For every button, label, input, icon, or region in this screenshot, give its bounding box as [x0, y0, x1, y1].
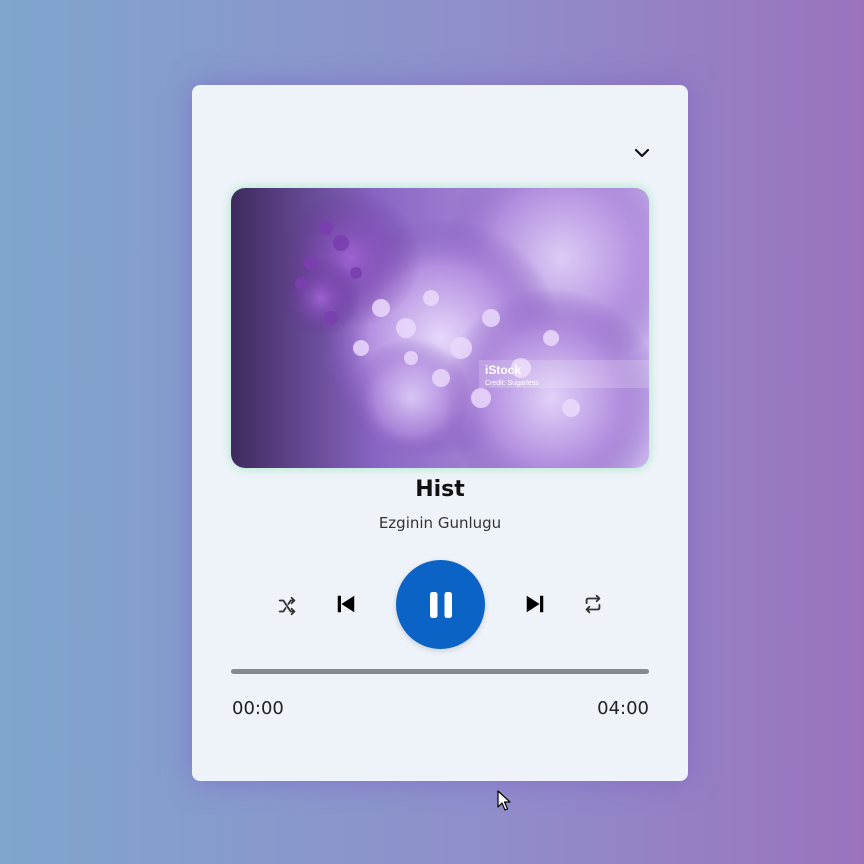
- shuffle-icon: [278, 596, 296, 616]
- skip-previous-icon: [337, 595, 355, 613]
- music-player-card: iStock Credit: Sugarless Hist Ezginin Gu…: [192, 85, 688, 781]
- next-button[interactable]: [521, 589, 549, 619]
- credit-text: Credit: Sugarless: [485, 380, 539, 387]
- track-artist: Ezginin Gunlugu: [378, 514, 502, 532]
- mouse-cursor-icon: [497, 790, 511, 811]
- album-artwork: iStock Credit: Sugarless: [231, 188, 649, 468]
- shuffle-button[interactable]: [272, 591, 302, 621]
- repeat-icon: [585, 594, 601, 614]
- skip-next-icon: [526, 595, 544, 613]
- pause-button[interactable]: [396, 560, 485, 649]
- track-title: Hist: [415, 477, 465, 502]
- previous-button[interactable]: [332, 589, 360, 619]
- repeat-button[interactable]: [578, 589, 608, 619]
- pause-icon: [429, 591, 452, 618]
- current-time: 00:00: [232, 698, 284, 719]
- total-time: 04:00: [597, 698, 649, 719]
- watermark-text: iStock: [485, 363, 521, 377]
- progress-bar[interactable]: [231, 669, 649, 674]
- chevron-down-icon[interactable]: [633, 145, 651, 159]
